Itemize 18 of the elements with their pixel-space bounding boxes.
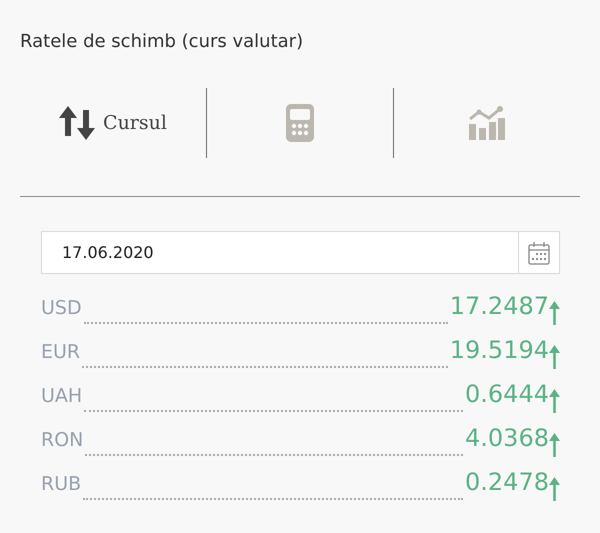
currency-code: USD — [41, 297, 82, 319]
calculator-icon — [286, 104, 314, 142]
up-down-arrows-icon — [59, 106, 96, 140]
rate-value: 19.5194 — [450, 336, 549, 364]
rate-value: 17.2487 — [450, 292, 549, 320]
tab[interactable]: Cursul — [20, 98, 206, 148]
calendar-icon — [528, 240, 550, 264]
bar-chart-icon — [469, 106, 505, 140]
calendar-button[interactable] — [518, 231, 560, 274]
date-field[interactable]: 17.06.2020 — [41, 231, 518, 274]
currency-code: UAH — [41, 385, 82, 407]
rate-value: 0.6444 — [465, 380, 549, 408]
rate-value: 4.0368 — [465, 424, 549, 452]
currency-code: EUR — [41, 341, 80, 363]
currency-code: RON — [41, 429, 84, 451]
widget-title: Ratele de schimb (curs valutar) — [20, 30, 304, 50]
rate-value: 0.2478 — [465, 468, 549, 496]
currency-code: RUB — [41, 473, 82, 495]
